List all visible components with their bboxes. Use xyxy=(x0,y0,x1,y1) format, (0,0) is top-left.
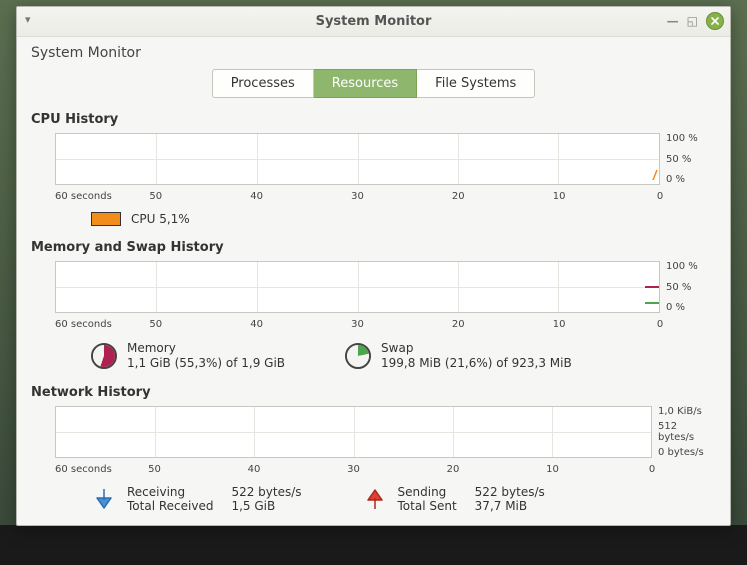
sending-label: Sending xyxy=(398,485,457,499)
page-title: System Monitor xyxy=(17,37,730,69)
cpu-x-axis: 60 seconds 50 40 30 20 10 0 xyxy=(55,191,660,202)
menu-chevron-icon[interactable]: ▾ xyxy=(25,13,31,26)
memory-detail: 1,1 GiB (55,3%) of 1,9 GiB xyxy=(127,356,285,371)
memory-pie-icon xyxy=(91,343,117,369)
close-button[interactable] xyxy=(706,12,724,30)
tab-filesystems[interactable]: File Systems xyxy=(417,69,535,98)
minimize-button[interactable]: — xyxy=(667,14,679,28)
memory-sparkline xyxy=(645,286,659,288)
taskbar xyxy=(0,525,747,565)
memswap-history-title: Memory and Swap History xyxy=(31,240,716,255)
resources-panel: CPU History 100 %50 %0 % 60 seconds 50 4… xyxy=(17,110,730,525)
memswap-x-axis: 60 seconds 50 40 30 20 10 0 xyxy=(55,319,660,330)
tab-resources[interactable]: Resources xyxy=(314,69,417,98)
total-sent-value: 37,7 MiB xyxy=(475,499,545,513)
tab-processes[interactable]: Processes xyxy=(212,69,314,98)
memory-block: Memory 1,1 GiB (55,3%) of 1,9 GiB xyxy=(91,341,285,371)
swap-detail: 199,8 MiB (21,6%) of 923,3 MiB xyxy=(381,356,572,371)
titlebar[interactable]: ▾ System Monitor — ◱ xyxy=(17,7,730,37)
cpu-sparkline xyxy=(639,166,659,180)
system-monitor-window: ▾ System Monitor — ◱ System Monitor Proc… xyxy=(16,6,731,526)
total-received-label: Total Received xyxy=(127,499,213,513)
sending-block: Sending 522 bytes/s Total Sent 37,7 MiB xyxy=(362,485,545,513)
close-icon xyxy=(710,16,720,26)
cpu-chart xyxy=(55,133,660,185)
total-received-value: 1,5 GiB xyxy=(231,499,301,513)
receiving-label: Receiving xyxy=(127,485,213,499)
swap-label: Swap xyxy=(381,341,572,356)
memswap-y-axis: 100 %50 %0 % xyxy=(660,261,716,313)
tab-bar: Processes Resources File Systems xyxy=(17,69,730,110)
sending-rate: 522 bytes/s xyxy=(475,485,545,499)
memswap-chart-row: 100 %50 %0 % xyxy=(31,261,716,313)
cpu-swatch xyxy=(91,212,121,226)
network-chart-row: 1,0 KiB/s512 bytes/s0 bytes/s xyxy=(31,406,716,458)
memswap-chart xyxy=(55,261,660,313)
cpu-history-title: CPU History xyxy=(31,112,716,127)
cpu-legend: CPU 5,1% xyxy=(31,208,716,232)
window-title: System Monitor xyxy=(316,14,432,29)
memswap-legend: Memory 1,1 GiB (55,3%) of 1,9 GiB Swap 1… xyxy=(31,337,716,377)
cpu-y-axis: 100 %50 %0 % xyxy=(660,133,716,185)
maximize-button[interactable]: ◱ xyxy=(687,14,698,28)
network-chart xyxy=(55,406,652,458)
memory-label: Memory xyxy=(127,341,285,356)
upload-arrow-icon xyxy=(362,486,388,512)
swap-block: Swap 199,8 MiB (21,6%) of 923,3 MiB xyxy=(345,341,572,371)
network-history-title: Network History xyxy=(31,385,716,400)
swap-sparkline xyxy=(645,302,659,304)
network-x-axis: 60 seconds 50 40 30 20 10 0 xyxy=(55,464,652,475)
total-sent-label: Total Sent xyxy=(398,499,457,513)
cpu-chart-row: 100 %50 %0 % xyxy=(31,133,716,185)
download-arrow-icon xyxy=(91,486,117,512)
swap-pie-icon xyxy=(345,343,371,369)
receiving-rate: 522 bytes/s xyxy=(231,485,301,499)
receiving-block: Receiving 522 bytes/s Total Received 1,5… xyxy=(91,485,302,513)
network-legend: Receiving 522 bytes/s Total Received 1,5… xyxy=(31,481,716,515)
network-y-axis: 1,0 KiB/s512 bytes/s0 bytes/s xyxy=(652,406,716,458)
cpu-legend-label: CPU 5,1% xyxy=(131,212,190,226)
